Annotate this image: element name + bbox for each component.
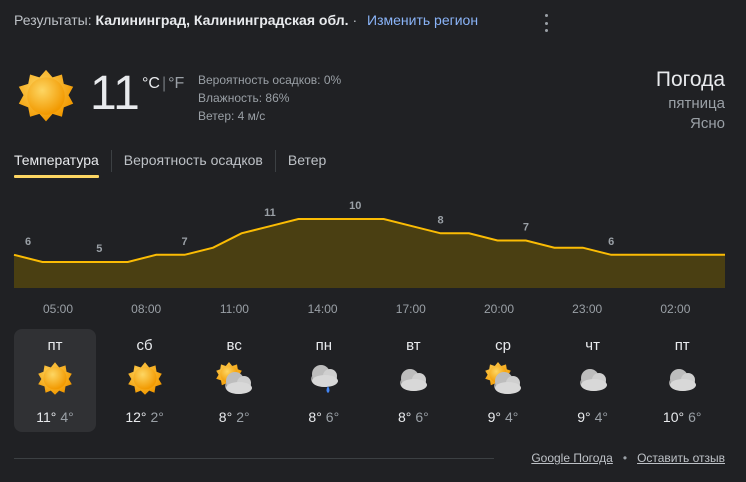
forecast-day[interactable]: пт 11° 4° <box>14 329 96 432</box>
partly-cloudy-icon <box>485 362 521 394</box>
current-temperature: 11 <box>90 67 140 120</box>
day-name: вт <box>406 337 421 354</box>
chart-value-label: 7 <box>523 222 529 234</box>
weather-condition: Ясно <box>690 115 725 132</box>
change-region-link[interactable]: Изменить регион <box>367 12 478 28</box>
day-temps: 8° 6° <box>372 409 454 425</box>
tab-wind[interactable]: Ветер <box>274 150 339 172</box>
weather-summary: Погода пятница Ясно <box>656 66 725 134</box>
chart-value-label: 5 <box>96 243 102 255</box>
sun-icon <box>127 362 162 395</box>
day-low: 4° <box>505 409 519 425</box>
chart-time-label[interactable]: 23:00 <box>572 302 602 316</box>
forecast-day[interactable]: чт 9° 4° <box>552 329 634 432</box>
day-temps: 9° 4° <box>462 409 544 425</box>
humidity: Влажность: 86% <box>198 91 290 105</box>
unit-separator: | <box>161 75 167 92</box>
day-name: пт <box>47 337 63 354</box>
chart-value-label: 10 <box>349 200 361 212</box>
forecast-day[interactable]: пн 8° 6° <box>283 329 365 432</box>
fahrenheit-unit[interactable]: °F <box>168 75 184 92</box>
day-temps: 11° 4° <box>14 409 96 425</box>
more-options-icon[interactable] <box>538 14 554 32</box>
celsius-unit[interactable]: °C <box>142 75 160 92</box>
sun-icon <box>18 69 74 122</box>
day-high: 9° <box>487 409 501 425</box>
day-low: 4° <box>594 409 608 425</box>
day-high: 9° <box>577 409 591 425</box>
day-temps: 12° 2° <box>104 409 186 425</box>
rain-icon <box>310 365 338 393</box>
day-name: ср <box>495 337 511 354</box>
results-header: Результаты: Калининград, Калининградская… <box>14 12 479 28</box>
weather-title: Погода <box>655 68 725 91</box>
daily-forecast: пт 11° 4° сб 12° 2° вс 8° 2° пн 8° 6° вт 8° 6° ср 9° 4° чт… <box>14 329 734 433</box>
chart-tabs: Температура Вероятность осадков Ветер <box>14 150 338 178</box>
forecast-day[interactable]: вт 8° 6° <box>372 329 454 432</box>
chart-value-label: 6 <box>25 236 31 248</box>
tab-precipitation[interactable]: Вероятность осадков <box>110 150 275 172</box>
day-low: 2° <box>236 409 250 425</box>
day-name: чт <box>585 337 600 354</box>
wind-speed: Ветер: 4 м/с <box>198 109 266 123</box>
day-temps: 8° 6° <box>283 409 365 425</box>
day-temps: 8° 2° <box>193 409 275 425</box>
chart-value-label: 8 <box>438 214 444 226</box>
chart-time-label[interactable]: 02:00 <box>660 302 690 316</box>
cloud-icon <box>400 369 428 391</box>
weather-details: Вероятность осадков: 0% Влажность: 86% В… <box>198 71 341 125</box>
sun-icon <box>38 362 72 395</box>
forecast-day[interactable]: ср 9° 4° <box>462 329 544 432</box>
chart-time-label[interactable]: 14:00 <box>308 302 338 316</box>
forecast-day[interactable]: вс 8° 2° <box>193 329 275 432</box>
forecast-day[interactable]: сб 12° 2° <box>104 329 186 432</box>
day-low: 4° <box>60 409 74 425</box>
google-weather-link[interactable]: Google Погода <box>531 451 613 465</box>
feedback-link[interactable]: Оставить отзыв <box>637 451 725 465</box>
weather-day: пятница <box>668 95 725 112</box>
day-high: 8° <box>308 409 322 425</box>
chart-time-label[interactable]: 20:00 <box>484 302 514 316</box>
tab-temperature[interactable]: Температура <box>14 150 111 178</box>
cloud-icon <box>669 369 697 391</box>
chart-time-label[interactable]: 08:00 <box>131 302 161 316</box>
day-temps: 9° 4° <box>552 409 634 425</box>
day-high: 11° <box>36 409 57 425</box>
day-low: 6° <box>415 409 429 425</box>
day-high: 10° <box>662 409 685 425</box>
footer-separator: • <box>622 451 628 465</box>
results-prefix: Результаты: <box>14 12 92 28</box>
day-temps: 10° 6° <box>641 409 723 425</box>
day-low: 6° <box>325 409 340 425</box>
forecast-day[interactable]: пт 10° 6° <box>641 329 723 432</box>
precip-chance: Вероятность осадков: 0% <box>198 73 342 87</box>
chart-time-label[interactable]: 17:00 <box>396 302 426 316</box>
footer-divider <box>14 458 494 459</box>
chart-value-label: 7 <box>182 236 188 248</box>
location-name: Калининград, Калининградская обл. <box>95 12 349 28</box>
day-low: 6° <box>688 409 702 425</box>
chart-value-label: 11 <box>264 207 276 219</box>
cloud-icon <box>579 369 607 391</box>
chart-value-label: 6 <box>608 236 614 248</box>
chart-time-label[interactable]: 11:00 <box>220 302 249 316</box>
partly-cloudy-icon <box>216 362 253 394</box>
day-low: 2° <box>150 409 164 425</box>
temperature-area <box>14 219 725 288</box>
unit-toggle: °C | °F <box>142 75 184 93</box>
day-name: пт <box>674 337 690 354</box>
footer: Google Погода • Оставить отзыв <box>531 451 725 465</box>
day-high: 8° <box>218 409 233 425</box>
day-high: 12° <box>125 409 147 425</box>
chart-time-label[interactable]: 05:00 <box>43 302 73 316</box>
day-name: сб <box>136 337 153 354</box>
temperature-chart: 6 5 7 11 10 8 7 6 05:00 08:00 11:00 14:00 17:00 20:00… <box>13 200 725 316</box>
day-name: пн <box>315 337 332 354</box>
day-name: вс <box>226 337 242 354</box>
day-high: 8° <box>398 409 412 425</box>
